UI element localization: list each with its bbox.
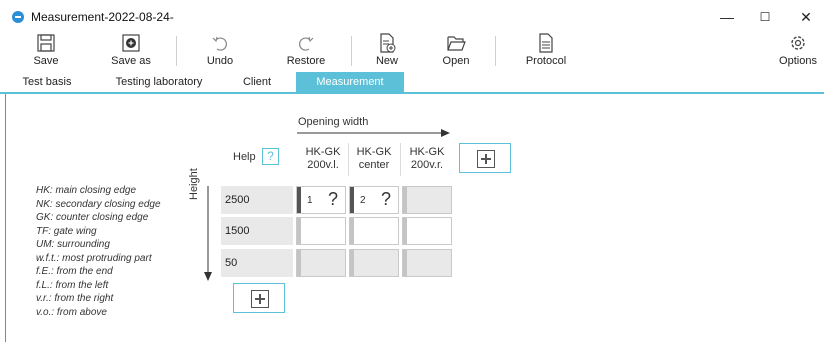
height-arrow bbox=[204, 186, 212, 281]
app-icon bbox=[12, 11, 24, 23]
window-title: Measurement-2022-08-24- bbox=[31, 10, 174, 24]
save-button[interactable]: Save bbox=[26, 32, 66, 70]
cell-marker bbox=[297, 250, 301, 276]
protocol-icon bbox=[539, 33, 553, 53]
cell-marker bbox=[403, 187, 407, 213]
options-button[interactable]: Options bbox=[776, 32, 820, 70]
cell-number: 2 bbox=[360, 195, 366, 206]
tab-testing-laboratory[interactable]: Testing laboratory bbox=[104, 72, 214, 92]
cell-help-icon[interactable]: ? bbox=[381, 189, 391, 210]
legend-item: GK: counter closing edge bbox=[36, 212, 149, 223]
column-header-line2: 200v.r. bbox=[410, 159, 444, 171]
cell-marker bbox=[297, 218, 301, 244]
plus-icon bbox=[477, 150, 495, 168]
cell-marker bbox=[403, 218, 407, 244]
minimize-button[interactable]: — bbox=[712, 6, 742, 28]
toolbar-separator bbox=[495, 36, 496, 66]
measurement-cell[interactable] bbox=[402, 249, 452, 277]
protocol-label: Protocol bbox=[525, 55, 567, 67]
legend-item: UM: surrounding bbox=[36, 239, 110, 250]
toolbar: Save Save as Undo Restore New Open Proto… bbox=[0, 30, 824, 72]
tab-bar: Test basis Testing laboratory Client Mea… bbox=[0, 72, 824, 92]
help-label: Help bbox=[233, 151, 256, 163]
save-as-label: Save as bbox=[111, 55, 151, 67]
measurement-cell[interactable] bbox=[296, 249, 346, 277]
legend-item: w.f.t.: most protruding part bbox=[36, 252, 152, 264]
measurement-cell[interactable] bbox=[402, 186, 452, 214]
measurement-cell[interactable] bbox=[349, 249, 399, 277]
cell-help-icon[interactable]: ? bbox=[328, 189, 338, 210]
undo-button[interactable]: Undo bbox=[202, 32, 238, 70]
legend-item: f.L.: from the left bbox=[36, 279, 109, 291]
cell-marker bbox=[350, 218, 354, 244]
add-row-button[interactable] bbox=[233, 283, 285, 313]
column-header-line1: HK-GK bbox=[305, 146, 341, 158]
open-button[interactable]: Open bbox=[440, 32, 472, 70]
new-label: New bbox=[375, 55, 398, 67]
measurement-cell[interactable] bbox=[349, 217, 399, 245]
restore-label: Restore bbox=[286, 55, 326, 67]
row-header[interactable]: 50 bbox=[221, 249, 293, 277]
gear-icon bbox=[791, 36, 805, 50]
title-bar: Measurement-2022-08-24- — ☐ ✕ bbox=[0, 0, 824, 30]
column-header[interactable]: HK-GK 200v.r. bbox=[401, 146, 453, 172]
cell-marker bbox=[297, 187, 301, 213]
close-button[interactable]: ✕ bbox=[791, 6, 821, 28]
measurement-cell[interactable]: 1 ? bbox=[296, 186, 346, 214]
options-label: Options bbox=[779, 55, 817, 67]
toolbar-separator bbox=[176, 36, 177, 66]
toolbar-separator bbox=[351, 36, 352, 66]
save-as-button[interactable]: Save as bbox=[108, 32, 154, 70]
column-header[interactable]: HK-GK 200v.l. bbox=[297, 146, 349, 172]
abbreviation-legend: HK: main closing edge NK: secondary clos… bbox=[36, 184, 161, 319]
column-header-line2: center bbox=[358, 159, 390, 171]
cell-marker bbox=[403, 250, 407, 276]
panel-border bbox=[5, 94, 6, 342]
add-column-button[interactable] bbox=[459, 143, 511, 173]
new-file-icon bbox=[380, 33, 396, 53]
legend-item: v.r.: from the right bbox=[36, 293, 114, 304]
row-header[interactable]: 1500 bbox=[221, 217, 293, 245]
measurement-cell[interactable] bbox=[296, 217, 346, 245]
save-icon bbox=[37, 34, 55, 52]
restore-button[interactable]: Restore bbox=[284, 32, 328, 70]
folder-open-icon bbox=[447, 36, 466, 51]
tab-measurement[interactable]: Measurement bbox=[296, 72, 404, 92]
column-header-line1: HK-GK bbox=[356, 146, 392, 158]
restore-icon bbox=[299, 36, 314, 51]
tab-client[interactable]: Client bbox=[230, 72, 284, 92]
save-label: Save bbox=[33, 55, 59, 67]
column-header-line2: 200v.l. bbox=[307, 159, 339, 171]
tab-test-basis[interactable]: Test basis bbox=[14, 72, 80, 92]
cell-number: 1 bbox=[307, 195, 313, 206]
cell-marker bbox=[350, 187, 354, 213]
undo-icon bbox=[212, 36, 227, 51]
legend-item: v.o.: from above bbox=[36, 306, 107, 318]
legend-item: f.E.: from the end bbox=[36, 266, 113, 277]
help-button[interactable]: ? bbox=[262, 148, 279, 165]
legend-item: HK: main closing edge bbox=[36, 185, 137, 196]
save-as-icon bbox=[122, 34, 140, 52]
new-button[interactable]: New bbox=[370, 32, 404, 70]
opening-width-label: Opening width bbox=[298, 116, 369, 128]
cell-marker bbox=[350, 250, 354, 276]
measurement-cell[interactable]: 2 ? bbox=[349, 186, 399, 214]
column-header[interactable]: HK-GK center bbox=[348, 146, 400, 172]
open-label: Open bbox=[442, 55, 470, 67]
row-header[interactable]: 2500 bbox=[221, 186, 293, 214]
measurement-cell[interactable] bbox=[402, 217, 452, 245]
legend-item: NK: secondary closing edge bbox=[36, 198, 161, 210]
legend-item: TF: gate wing bbox=[36, 225, 97, 237]
plus-icon bbox=[251, 290, 269, 308]
protocol-button[interactable]: Protocol bbox=[522, 32, 570, 70]
opening-width-arrow bbox=[297, 129, 450, 137]
height-label: Height bbox=[188, 168, 200, 200]
undo-label: Undo bbox=[206, 55, 234, 67]
column-header-line1: HK-GK bbox=[409, 146, 445, 158]
maximize-button[interactable]: ☐ bbox=[750, 6, 780, 28]
